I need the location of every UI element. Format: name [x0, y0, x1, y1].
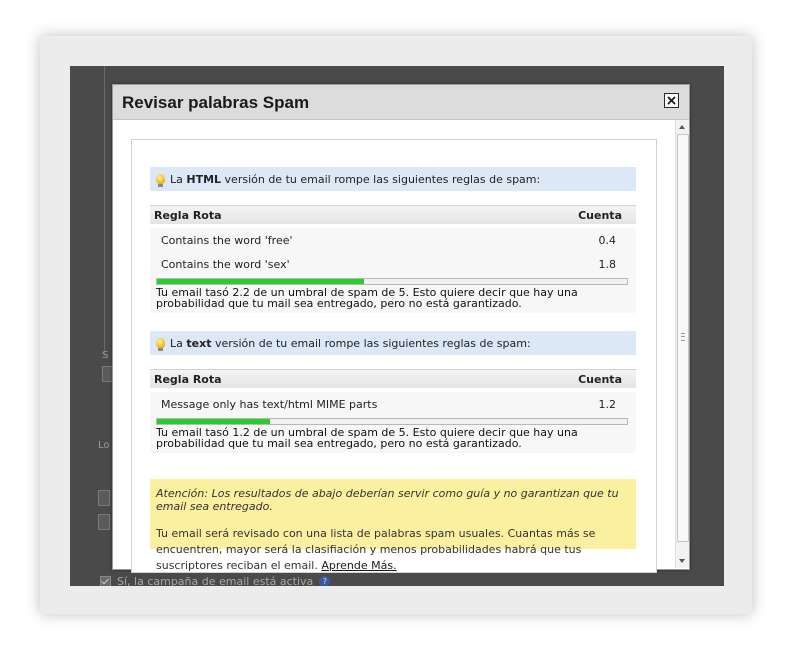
lightbulb-icon [156, 174, 165, 187]
spam-score-block: Tu email tasó 2.2 de un umbral de spam d… [150, 276, 636, 313]
background-text-fragment: S [102, 350, 109, 361]
scroll-up-arrow-icon[interactable] [679, 125, 685, 129]
text-spam-section: La text versión de tu email rompe las si… [150, 331, 636, 453]
text-notice-bar: La text versión de tu email rompe las si… [150, 331, 636, 355]
spam-check-modal: Revisar palabras Spam La HTML versión de… [112, 84, 690, 573]
modal-header: Revisar palabras Spam [113, 85, 689, 120]
notice-text: La HTML versión de tu email rompe las si… [170, 172, 541, 186]
modal-title: Revisar palabras Spam [122, 93, 310, 112]
html-rules-table: Regla Rota Cuenta Contains the word 'fre… [150, 205, 636, 313]
html-notice-bar: La HTML versión de tu email rompe las si… [150, 167, 636, 191]
spam-score-block: Tu email tasó 1.2 de un umbral de spam d… [150, 416, 636, 453]
close-x-icon [667, 96, 676, 105]
lightbulb-icon [156, 338, 165, 351]
table-header: Regla Rota Cuenta [150, 369, 636, 388]
scroll-thumb[interactable] [677, 134, 689, 542]
spam-score-text: Tu email tasó 1.2 de un umbral de spam d… [156, 426, 578, 450]
notice-text: La text versión de tu email rompe las si… [170, 336, 531, 350]
checkbox-checked-icon [100, 576, 111, 586]
html-spam-section: La HTML versión de tu email rompe las si… [150, 167, 636, 313]
column-header-count: Cuenta [578, 372, 622, 386]
rule-name: Message only has text/html MIME parts [161, 397, 378, 411]
column-header-count: Cuenta [578, 208, 622, 222]
grip-icon [681, 333, 685, 341]
background-divider [104, 66, 105, 356]
warning-disclaimer: Atención: Los resultados de abajo deberí… [156, 487, 619, 513]
background-input [98, 514, 110, 530]
table-row: Message only has text/html MIME parts 1.… [150, 392, 636, 416]
background-active-checkbox-row: Sí, la campaña de email está activa ? [100, 575, 331, 586]
table-header: Regla Rota Cuenta [150, 205, 636, 224]
column-header-rule: Regla Rota [154, 372, 222, 386]
help-icon: ? [319, 576, 331, 586]
warning-description: Tu email será revisado con una lista de … [156, 527, 596, 572]
table-row: Contains the word 'sex' 1.8 [150, 252, 636, 276]
scroll-down-arrow-icon[interactable] [679, 559, 685, 563]
spam-score-fill [157, 279, 364, 284]
spam-report-panel: La HTML versión de tu email rompe las si… [131, 139, 657, 573]
spam-score-text: Tu email tasó 2.2 de un umbral de spam d… [156, 286, 578, 310]
rule-name: Contains the word 'sex' [161, 257, 290, 271]
rule-count: 0.4 [598, 233, 617, 247]
text-rules-table: Regla Rota Cuenta Message only has text/… [150, 369, 636, 453]
table-row: Contains the word 'free' 0.4 [150, 228, 636, 252]
spam-score-bar [156, 278, 628, 285]
spam-score-fill [157, 419, 270, 424]
background-input [98, 490, 110, 506]
column-header-rule: Regla Rota [154, 208, 222, 222]
learn-more-link[interactable]: Aprende Más. [321, 559, 396, 572]
background-text-fragment: Lo [98, 440, 110, 451]
warning-box: Atención: Los resultados de abajo deberí… [150, 479, 636, 572]
rule-count: 1.2 [598, 397, 617, 411]
rule-name: Contains the word 'free' [161, 233, 293, 247]
modal-body: La HTML versión de tu email rompe las si… [113, 120, 675, 573]
modal-scrollbar[interactable] [675, 120, 689, 568]
background-checkbox-label: Sí, la campaña de email está activa [117, 575, 314, 586]
rule-count: 1.8 [598, 257, 617, 271]
spam-score-bar [156, 418, 628, 425]
close-button[interactable] [664, 93, 679, 108]
